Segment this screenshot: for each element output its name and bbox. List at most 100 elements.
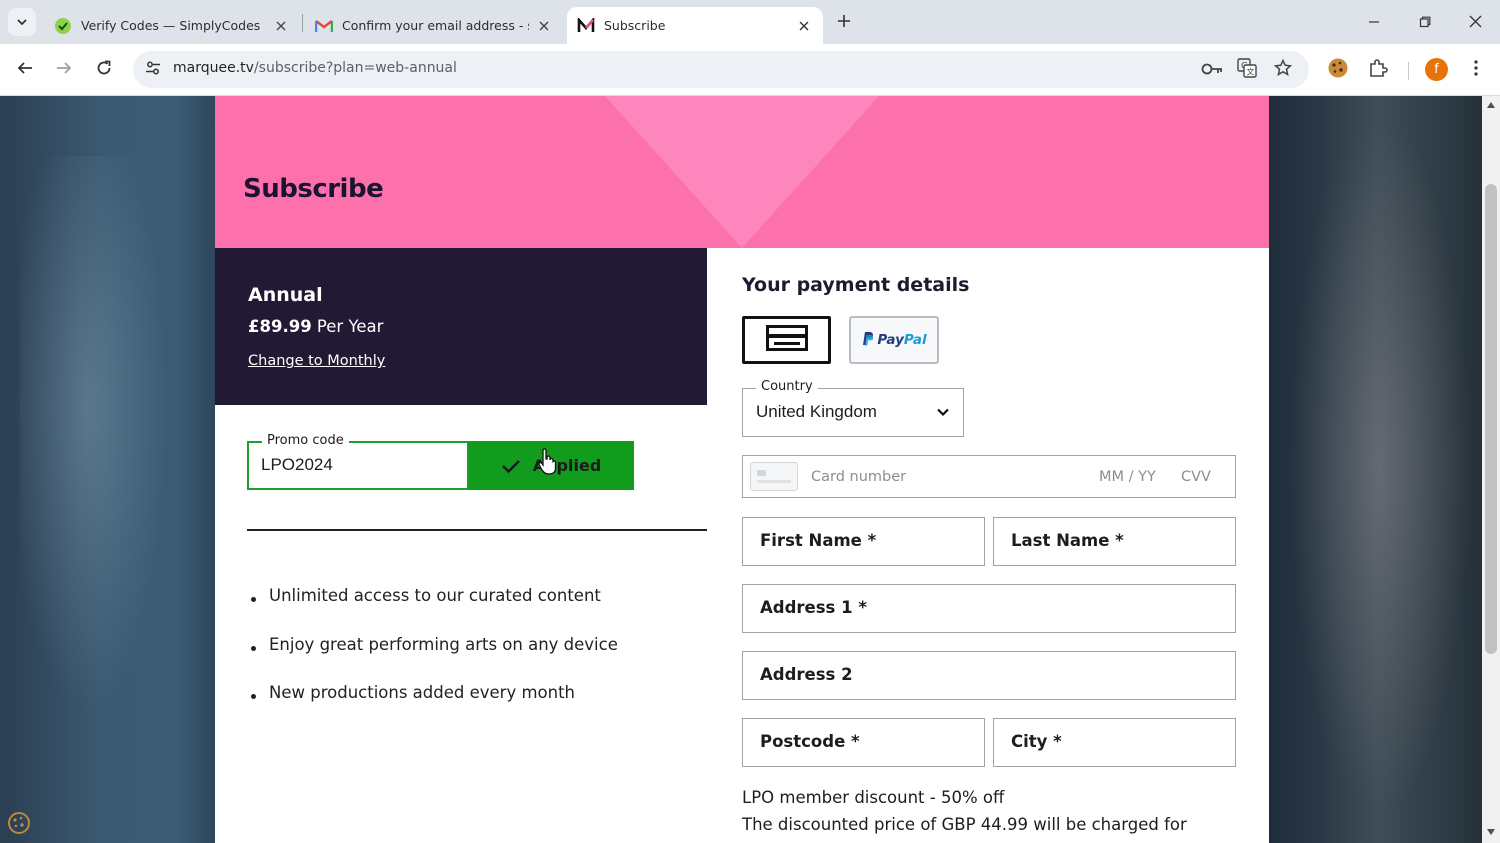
city-field[interactable]: City * (993, 718, 1236, 767)
postcode-field[interactable]: Postcode * (742, 718, 985, 767)
page-title: Subscribe (243, 174, 384, 204)
tune-icon (145, 60, 161, 80)
password-key-button[interactable] (1199, 57, 1225, 83)
translate-button[interactable]: G文 (1234, 57, 1260, 83)
extensions-button[interactable] (1364, 56, 1392, 84)
plan-name: Annual (248, 284, 323, 306)
address2-field[interactable]: Address 2 (742, 651, 1236, 700)
tab-title: Confirm your email address - sir (342, 18, 529, 33)
tab-gmail[interactable]: Confirm your email address - sir (305, 7, 563, 44)
paypal-icon (861, 331, 874, 350)
forward-button[interactable] (50, 56, 78, 84)
puzzle-icon (1368, 58, 1388, 82)
back-button[interactable] (11, 56, 39, 84)
paypal-payment-option[interactable]: Pay Pal (849, 316, 939, 364)
marquee-m-icon (577, 17, 595, 35)
checkmark-icon (501, 458, 521, 474)
discount-title: LPO member discount - 50% off (742, 788, 1005, 807)
address1-placeholder: Address 1 * (760, 598, 867, 617)
card-expiry-input[interactable]: MM / YY (1099, 469, 1156, 485)
address-bar[interactable]: marquee.tv/subscribe?plan=web-annual G文 (133, 51, 1309, 88)
svg-text:文: 文 (1247, 67, 1255, 77)
last-name-field[interactable]: Last Name * (993, 517, 1236, 566)
reload-button[interactable] (90, 56, 118, 84)
paypal-label-pay: Pay (877, 332, 904, 348)
close-icon[interactable] (535, 17, 553, 35)
payment-details-heading: Your payment details (742, 274, 970, 296)
first-name-field[interactable]: First Name * (742, 517, 985, 566)
plus-icon (837, 13, 851, 32)
card-cvv-input[interactable]: CVV (1181, 469, 1211, 485)
tab-title: Subscribe (604, 18, 666, 33)
hero-triangle-decoration (605, 96, 879, 248)
card-details-field[interactable]: Card number MM / YY CVV (742, 455, 1236, 498)
plan-price: £89.99 Per Year (248, 317, 383, 336)
tab-subscribe[interactable]: Subscribe (567, 7, 823, 44)
close-icon (1469, 13, 1482, 32)
promo-code-label: Promo code (262, 433, 349, 448)
address1-field[interactable]: Address 1 * (742, 584, 1236, 633)
address2-placeholder: Address 2 (760, 665, 853, 684)
change-plan-link[interactable]: Change to Monthly (248, 353, 385, 369)
close-icon[interactable] (272, 17, 290, 35)
background-dancer-right (1290, 116, 1470, 816)
chevron-down-icon (16, 13, 28, 32)
browser-toolbar: marquee.tv/subscribe?plan=web-annual G文 (0, 44, 1500, 96)
site-info-button[interactable] (139, 56, 166, 83)
promo-code-field[interactable]: Promo code LPO2024 (247, 433, 469, 490)
last-name-placeholder: Last Name * (1011, 531, 1124, 550)
menu-button[interactable] (1462, 56, 1490, 84)
card-placeholder-icon (750, 462, 798, 491)
simplycodes-icon (54, 17, 72, 35)
page-viewport: Subscribe Annual £89.99 Per Year Change … (0, 96, 1482, 843)
cookie-icon (7, 811, 31, 839)
profile-avatar[interactable]: f (1425, 58, 1448, 81)
chevron-down-icon (935, 404, 951, 420)
minimize-icon (1368, 13, 1380, 32)
promo-code-input[interactable]: LPO2024 (261, 455, 333, 475)
subscribe-hero: Subscribe (215, 96, 1269, 248)
background-dancer-left (20, 156, 170, 716)
close-icon[interactable] (795, 17, 813, 35)
discount-description: The discounted price of GBP 44.99 will b… (742, 815, 1187, 834)
postcode-placeholder: Postcode * (760, 732, 860, 751)
scrollbar-thumb[interactable] (1485, 184, 1497, 654)
kebab-menu-icon (1474, 60, 1478, 80)
mouse-pointer-icon (537, 448, 557, 476)
plan-period: Per Year (316, 317, 384, 336)
card-number-input[interactable]: Card number (811, 469, 906, 485)
first-name-placeholder: First Name * (760, 531, 877, 550)
paypal-label-pal: Pal (903, 332, 927, 348)
scroll-up-icon[interactable] (1486, 100, 1496, 110)
page-scrollbar[interactable] (1482, 96, 1500, 843)
bookmark-button[interactable] (1270, 57, 1296, 83)
arrow-right-icon (56, 60, 72, 80)
country-label: Country (756, 379, 818, 394)
tab-search-button[interactable] (8, 8, 36, 36)
arrow-left-icon (17, 60, 33, 80)
url-text: marquee.tv/subscribe?plan=web-annual (173, 60, 457, 76)
scroll-down-icon[interactable] (1486, 827, 1496, 837)
tab-simplycodes[interactable]: Verify Codes — SimplyCodes (44, 7, 300, 44)
cookie-extension-button[interactable] (1324, 56, 1352, 84)
cookie-icon (1327, 57, 1349, 83)
url-host: marquee.tv (173, 60, 254, 76)
gmail-icon (315, 17, 333, 35)
reload-icon (96, 60, 112, 80)
new-tab-button[interactable] (832, 10, 856, 34)
list-item: New productions added every month (249, 683, 618, 732)
card-payment-option[interactable] (742, 316, 831, 364)
tab-title: Verify Codes — SimplyCodes (81, 18, 261, 33)
minimize-button[interactable] (1360, 8, 1388, 36)
section-divider (247, 529, 707, 531)
translate-icon: G文 (1237, 58, 1257, 82)
toolbar-separator (1408, 62, 1409, 80)
key-icon (1201, 61, 1223, 80)
country-select[interactable]: Country United Kingdom (742, 379, 964, 437)
restore-button[interactable] (1411, 8, 1439, 36)
tab-separator (302, 14, 303, 32)
cookie-settings-button[interactable] (6, 812, 32, 838)
plan-summary: Annual £89.99 Per Year Change to Monthly (215, 248, 707, 405)
close-window-button[interactable] (1461, 8, 1489, 36)
subscribe-card: Subscribe Annual £89.99 Per Year Change … (215, 96, 1269, 843)
